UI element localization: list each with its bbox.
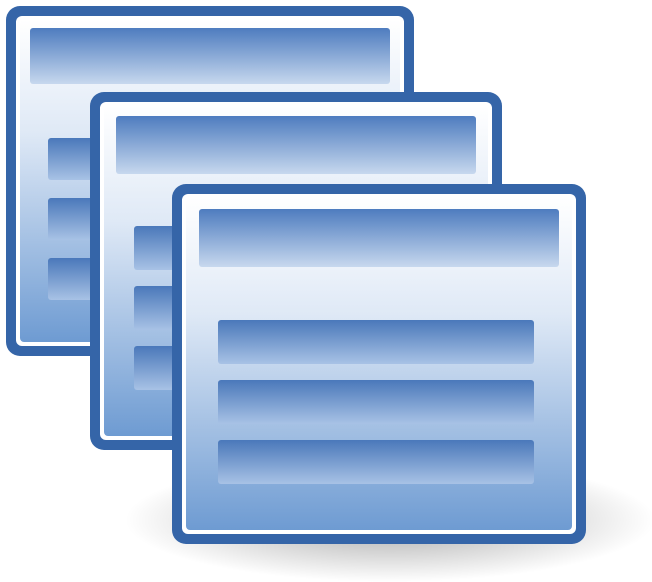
front-window-titlebar [199,209,559,267]
window-stack-icon [0,0,652,582]
front-window-row [218,320,534,364]
back-window-titlebar [30,28,390,84]
front-window [172,184,586,544]
front-window-row [218,380,534,424]
middle-window-titlebar [116,116,476,174]
window-stack-graphic [6,6,652,582]
front-window-row [218,440,534,484]
